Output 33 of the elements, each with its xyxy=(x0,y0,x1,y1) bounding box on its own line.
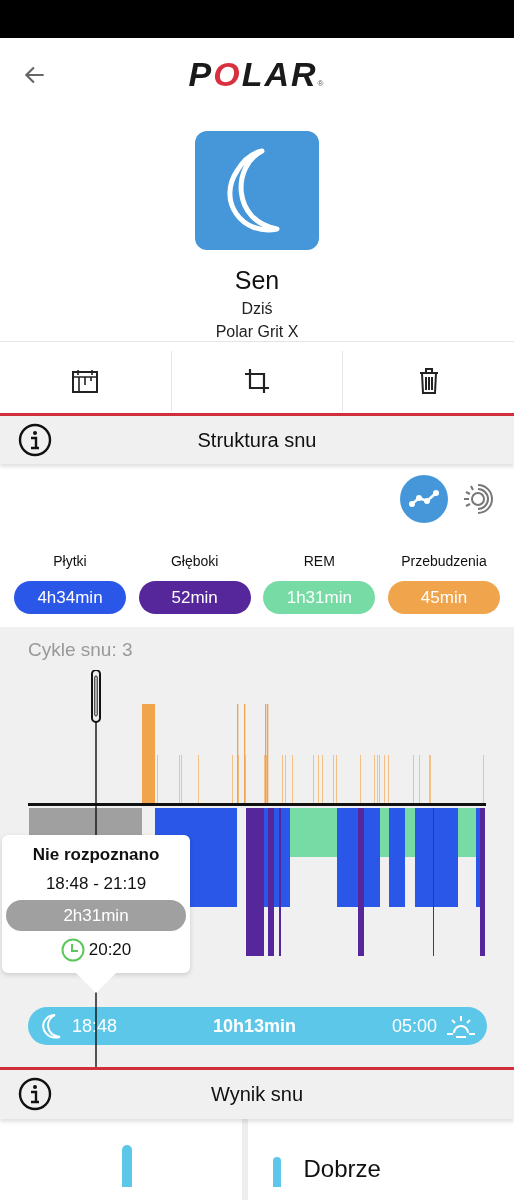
tooltip-time: 20:20 xyxy=(88,940,132,960)
tooltip-time-range: 18:48 - 21:19 xyxy=(45,874,147,894)
info-icon[interactable] xyxy=(18,423,52,457)
stage-label: Płytki xyxy=(53,553,87,569)
crop-icon xyxy=(243,366,271,395)
line-chart-icon xyxy=(409,489,439,509)
wake-time: 05:00 xyxy=(391,1015,437,1037)
stage-label: REM xyxy=(303,553,335,569)
section-title: Struktura snu xyxy=(197,428,317,452)
stage-duration: 52min xyxy=(138,581,251,614)
rating-bar xyxy=(272,1157,281,1187)
sunrise-icon xyxy=(445,1013,477,1039)
view-toggle[interactable] xyxy=(400,475,448,523)
stage-duration: 45min xyxy=(387,581,500,614)
stage-label: Głęboki xyxy=(170,553,219,569)
clock-icon xyxy=(60,938,85,962)
rising-sun-icon xyxy=(462,483,494,515)
rating-label: Dobrze xyxy=(303,1155,381,1183)
score-bar xyxy=(122,1145,132,1187)
sleep-cycles-label: Cykle snu: 3 xyxy=(28,639,133,661)
stage-duration: 1h31min xyxy=(263,581,376,614)
sleep-duration: 10h13min xyxy=(212,1015,296,1037)
trash-icon xyxy=(417,366,440,395)
stage-duration: 4h34min xyxy=(14,581,126,614)
activity-title: Sen xyxy=(234,266,280,295)
info-icon[interactable] xyxy=(18,1077,52,1111)
tooltip-duration: 2h31min xyxy=(6,900,186,931)
stage-label: Przebudzenia xyxy=(401,553,487,569)
calendar-icon xyxy=(71,367,100,394)
activity-date: Dziś xyxy=(241,300,273,318)
section-title: Wynik snu xyxy=(210,1083,304,1106)
tooltip-title: Nie rozpoznano xyxy=(32,845,160,865)
device-name: Polar Grit X xyxy=(215,323,299,341)
